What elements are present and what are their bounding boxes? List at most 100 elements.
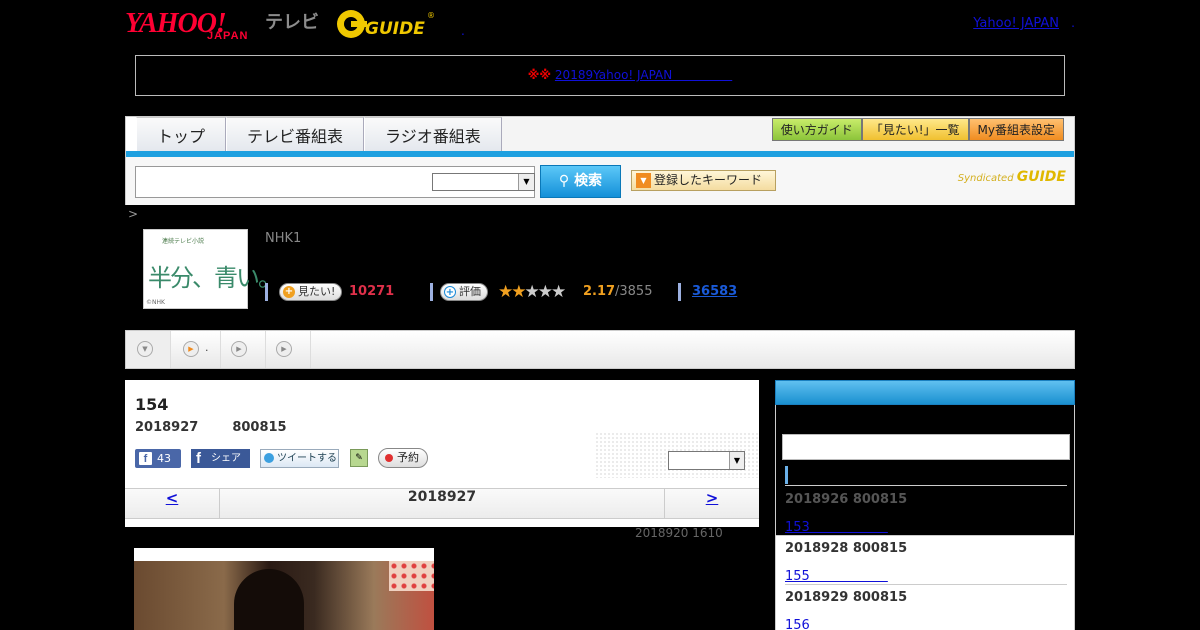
notice-box: ※※ 20189Yahoo! JAPAN [135,55,1065,96]
svg-text:GUIDE: GUIDE [365,19,425,39]
photo-pattern [389,561,434,591]
star-icon: ★ [511,282,526,302]
rating-value: 2.17 [583,284,616,299]
tab-radio-schedule[interactable]: ラジオ番組表 [364,117,502,151]
nav-tabs: トップ テレビ番組表 ラジオ番組表 [126,117,502,152]
chevron-down-icon: ▼ [729,452,744,469]
list-item-date: 2018928 800815 [785,541,908,556]
tab-play-2[interactable]: ▶ [221,331,266,368]
list-item-date: 2018926 800815 [785,492,908,507]
episode-select[interactable]: ▼ [668,451,745,470]
sidebar-header [775,380,1075,405]
notice-mark: ※※ [527,68,552,82]
rating-count: /3855 [615,284,653,299]
updated-timestamp: 2018920 1610 [635,526,723,540]
want-to-see-label: 見たい! [298,285,336,298]
reserve-label: 予約 [397,451,419,464]
program-stats: + 見たい! 10271 + 評価 ★★★★★ 2.17 /3855 36583 [265,281,765,303]
page: YAHOO! JAPAN テレビ GUIDE ® . Yahoo! JAPAN … [0,0,1200,630]
episode-title: 154 [135,395,169,414]
episode-photo [134,561,434,630]
facebook-like-button[interactable]: f 43 [135,449,181,468]
thumbnail-title: 半分、青い。 [148,264,282,292]
tweet-label: ツイートする [277,453,337,464]
tab-tv-schedule[interactable]: テレビ番組表 [226,117,365,151]
next-day-cell: > [664,489,759,518]
stat-divider [678,283,681,301]
episode-datetime: 2018927 800815 [135,420,287,435]
want-list-button[interactable]: 「見たい!」一覧 [861,118,969,141]
list-item: 2018926 800815 153 [776,487,1074,536]
header-link-dot: . [1071,16,1075,30]
yahoo-japan-link[interactable]: Yahoo! JAPAN [973,16,1059,31]
prev-day-link[interactable]: < [166,489,179,507]
tab-play-1[interactable]: ▶ . [171,331,221,368]
photo-figure [234,569,304,630]
facebook-share-button[interactable]: f シェア [191,449,250,468]
episode-photo-frame [134,548,434,630]
star-icon: ★ [551,282,566,302]
usage-guide-button[interactable]: 使い方ガイド [771,118,862,141]
list-item-link[interactable]: 156 [785,614,888,630]
facebook-like-count: 43 [157,452,171,465]
reviews-link[interactable]: 36583 [692,284,737,299]
play-icon: ▶ [231,341,247,357]
tab-toggle[interactable]: ▼ [126,331,171,368]
notice-link[interactable]: 20189Yahoo! JAPAN [555,68,732,82]
episode-panel: 154 2018927 800815 f 43 f シェア ツイートする ✎ 予約 [125,380,759,527]
list-item: 2018929 800815 156 [785,585,1067,630]
sidebar-search-input[interactable] [782,434,1070,460]
search-icon: ⚲ [558,173,575,189]
yahoo-japan-logo[interactable]: YAHOO! JAPAN [125,6,265,42]
gguide-logo[interactable]: GUIDE ® [335,6,435,42]
site-header: YAHOO! JAPAN テレビ GUIDE ® . Yahoo! JAPAN … [125,0,1075,48]
header-dot: . [461,24,465,38]
play-icon: ▶ [276,341,292,357]
list-item: 2018928 800815 155 [785,536,1067,585]
play-icon: ▶ [183,341,199,357]
tab-play-3[interactable]: ▶ [266,331,311,368]
sidebar-divider [785,485,1067,486]
rate-button[interactable]: + 評価 [440,283,488,301]
search-button[interactable]: ⚲ 検索 [540,165,621,198]
syndicated-gguide-logo: Syndicated GUIDE [958,169,1066,185]
facebook-icon: f [196,450,201,467]
tweet-button[interactable]: ツイートする [260,449,339,468]
want-to-see-button[interactable]: + 見たい! [279,283,343,301]
want-count: 10271 [349,284,395,299]
my-schedule-settings-button[interactable]: My番組表設定 [968,118,1064,141]
search-button-label: 検索 [574,173,603,189]
reserve-button[interactable]: 予約 [378,448,428,468]
channel-name: NHK1 [265,231,302,246]
calendar-add-icon[interactable]: ✎ [350,449,368,467]
sidebar-section-marker [785,466,788,484]
stat-divider [430,283,433,301]
list-item-date: 2018929 800815 [785,590,908,605]
svg-text:®: ® [427,11,435,20]
star-icon: ★ [498,282,513,302]
syndicated-brand: GUIDE [1016,169,1066,185]
search-category-select[interactable]: ▼ [432,173,535,191]
social-buttons: f 43 f シェア ツイートする ✎ 予約 [135,448,535,470]
main-nav: トップ テレビ番組表 ラジオ番組表 使い方ガイド 「見たい!」一覧 My番組表設… [125,116,1075,205]
breadcrumb: > [128,207,139,221]
chevron-down-icon: ▼ [518,174,534,190]
thumbnail-credit: ©NHK [146,299,165,306]
star-icon: ★ [524,282,540,302]
star-icon: ★ [537,282,553,302]
search-area: ▼ ⚲ 検索 ▼ 登録したキーワード Syndicated GUIDE [126,157,1074,205]
facebook-icon: f [139,452,152,465]
tab-top[interactable]: トップ [136,117,227,151]
twitter-bird-icon [264,453,274,463]
list-item-link[interactable]: 155 [785,565,888,584]
nav-right-buttons: 使い方ガイド 「見たい!」一覧 My番組表設定 [771,118,1064,141]
list-item-link[interactable]: 153 [785,516,888,535]
episode-time: 800815 [232,420,287,435]
facebook-share-label: シェア [211,453,241,464]
episode-pager: < 2018927 > [125,488,759,519]
rate-label: 評価 [459,285,481,298]
plus-icon: + [283,286,295,298]
saved-keywords-button[interactable]: ▼ 登録したキーワード [631,170,776,191]
next-day-link[interactable]: > [706,489,719,507]
program-tabstrip: ▼ ▶ . ▶ ▶ [125,330,1075,369]
